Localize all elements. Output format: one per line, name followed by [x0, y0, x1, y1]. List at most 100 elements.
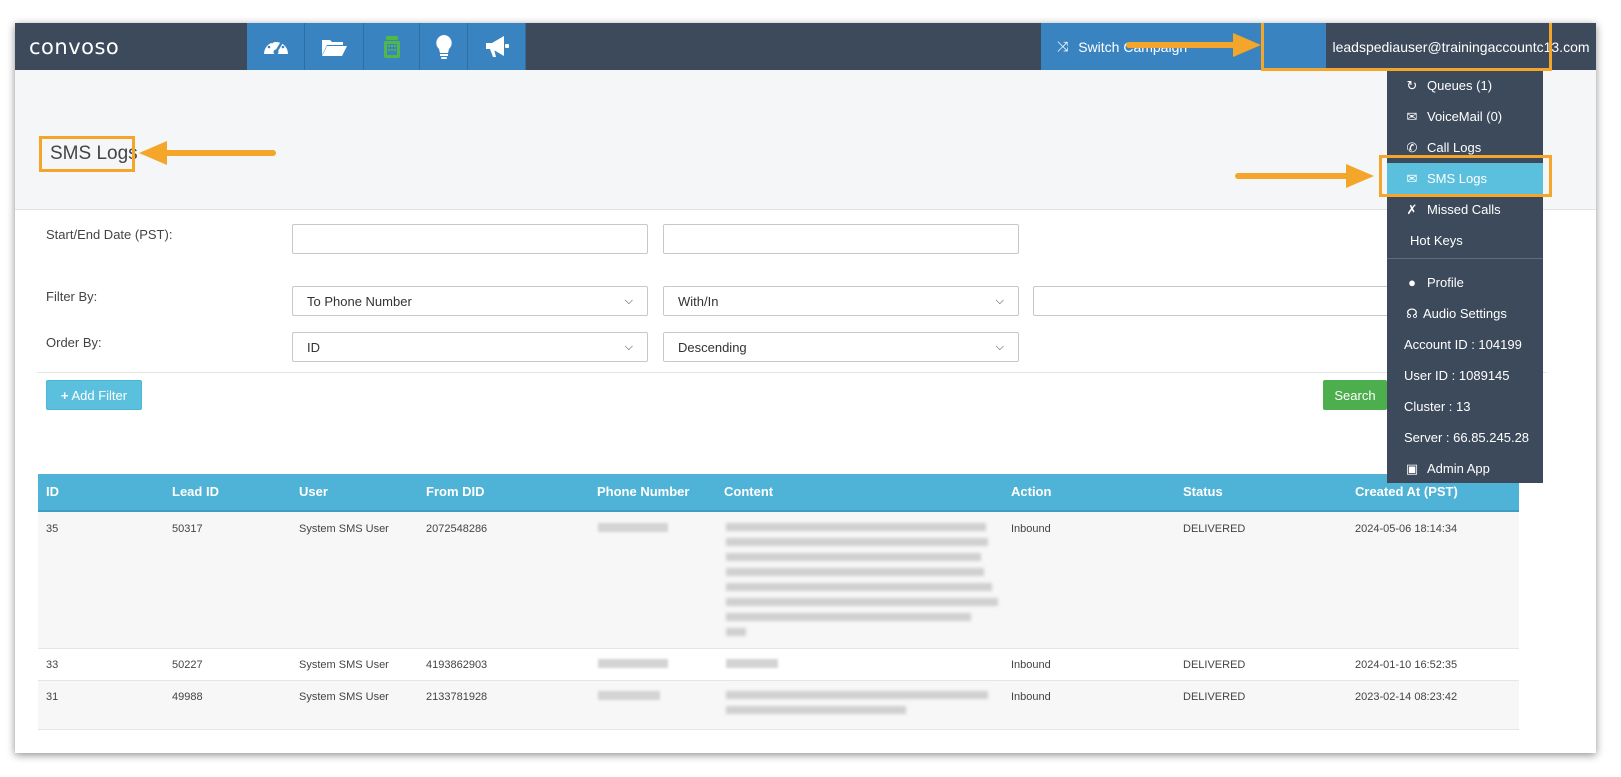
cell-from-did: 4193862903 — [426, 659, 488, 671]
cell-phone-redacted — [598, 523, 668, 535]
cell-content-redacted — [726, 691, 991, 721]
cell-action: Inbound — [1011, 691, 1051, 703]
chevron-down-icon: ⌵ — [995, 294, 1004, 307]
sms-logs-table: ID Lead ID User From DID Phone Number Co… — [38, 474, 1519, 730]
menu-divider — [1387, 258, 1543, 259]
menu-cluster: Cluster : 13 — [1387, 391, 1543, 422]
col-content[interactable]: Content — [724, 484, 773, 499]
search-button[interactable]: Search — [1323, 380, 1387, 410]
cell-status: DELIVERED — [1183, 523, 1246, 535]
cell-lead-id[interactable]: 50317 — [172, 523, 203, 535]
col-phone-number[interactable]: Phone Number — [597, 484, 689, 499]
menu-item-label: Cluster : 13 — [1404, 399, 1471, 414]
menu-item-label: Account ID : 104199 — [1404, 337, 1522, 352]
table-row[interactable]: 35 50317 System SMS User 2072548286 Inbo… — [38, 512, 1519, 649]
nav-phone-button[interactable] — [364, 23, 420, 70]
app-window: convoso ⤨ Switch Campaign leadspediauser… — [15, 23, 1596, 753]
nav-folder-button[interactable] — [305, 23, 364, 70]
menu-item-profile[interactable]: ● Profile — [1387, 267, 1543, 298]
menu-item-audio-settings[interactable]: ☊ Audio Settings — [1387, 298, 1543, 329]
cell-user: System SMS User — [299, 523, 389, 535]
cell-phone-redacted — [598, 691, 660, 703]
nav-megaphone-button[interactable] — [468, 23, 526, 70]
cell-phone-redacted — [598, 659, 668, 671]
phone-icon — [383, 35, 400, 58]
menu-item-voicemail[interactable]: ✉ VoiceMail (0) — [1387, 101, 1543, 132]
menu-item-missed-calls[interactable]: ✗ Missed Calls — [1387, 194, 1543, 225]
table-row[interactable]: 33 50227 System SMS User 4193862903 Inbo… — [38, 649, 1519, 681]
lightbulb-icon — [435, 34, 452, 59]
switch-campaign-button[interactable]: ⤨ Switch Campaign — [1041, 23, 1326, 70]
order-by-label: Order By: — [46, 335, 102, 350]
cell-action: Inbound — [1011, 523, 1051, 535]
cell-created: 2024-05-06 18:14:34 — [1355, 523, 1458, 535]
col-id[interactable]: ID — [46, 484, 59, 499]
plus-icon: + — [60, 387, 69, 403]
menu-item-label: Server : 66.85.245.28 — [1404, 430, 1530, 445]
user-dropdown-menu: ↻ Queues (1) ✉ VoiceMail (0) ✆ Call Logs… — [1387, 70, 1543, 483]
dashboard-icon — [263, 38, 288, 54]
menu-item-admin-app[interactable]: ▣ Admin App — [1387, 453, 1543, 484]
user-menu-toggle[interactable]: leadspediauser@trainingaccountc13.com — [1326, 23, 1596, 70]
cell-status: DELIVERED — [1183, 691, 1246, 703]
phone-icon: ✆ — [1406, 139, 1418, 155]
nav-lightbulb-button[interactable] — [420, 23, 468, 70]
menu-item-queues[interactable]: ↻ Queues (1) — [1387, 70, 1543, 101]
col-lead-id[interactable]: Lead ID — [172, 484, 219, 499]
menu-item-label: Queues (1) — [1427, 78, 1493, 93]
col-status[interactable]: Status — [1183, 484, 1223, 499]
monitor-icon: ▣ — [1405, 460, 1419, 476]
filter-field-select[interactable]: To Phone Number ⌵ — [292, 286, 648, 316]
folder-icon — [322, 39, 347, 56]
convoso-logo: convoso — [29, 35, 120, 59]
user-icon: ● — [1408, 275, 1416, 290]
cell-id: 33 — [46, 659, 59, 671]
col-user[interactable]: User — [299, 484, 328, 499]
col-created-at[interactable]: Created At (PST) — [1355, 484, 1458, 499]
menu-item-call-logs[interactable]: ✆ Call Logs — [1387, 132, 1543, 163]
end-date-input[interactable] — [663, 224, 1019, 254]
menu-item-hot-keys[interactable]: Hot Keys — [1387, 225, 1543, 256]
form-divider — [37, 372, 1547, 373]
chevron-down-icon: ⌵ — [995, 340, 1004, 353]
page-title: SMS Logs — [50, 143, 138, 164]
chevron-down-icon: ⌵ — [624, 340, 633, 353]
envelope-icon: ✉ — [1406, 108, 1418, 124]
order-direction-value: Descending — [678, 339, 747, 355]
cell-from-did: 2133781928 — [426, 691, 488, 703]
cell-created: 2024-01-10 16:52:35 — [1355, 659, 1458, 671]
top-navbar: convoso ⤨ Switch Campaign leadspediauser… — [15, 23, 1596, 70]
menu-item-label: Hot Keys — [1410, 233, 1463, 248]
cell-content-redacted — [726, 659, 778, 671]
menu-server: Server : 66.85.245.28 — [1387, 422, 1543, 453]
menu-item-sms-logs[interactable]: ✉ SMS Logs — [1387, 163, 1543, 194]
add-filter-button[interactable]: + Add Filter — [46, 380, 142, 410]
menu-user-id: User ID : 1089145 — [1387, 360, 1543, 391]
menu-account-id: Account ID : 104199 — [1387, 329, 1543, 360]
envelope-icon: ✉ — [1406, 170, 1418, 186]
cell-created: 2023-02-14 08:23:42 — [1355, 691, 1458, 703]
table-header: ID Lead ID User From DID Phone Number Co… — [38, 474, 1519, 512]
col-action[interactable]: Action — [1011, 484, 1051, 499]
menu-item-label: User ID : 1089145 — [1404, 368, 1510, 383]
menu-item-label: Audio Settings — [1423, 306, 1507, 321]
chevron-down-icon: ⌵ — [624, 294, 633, 307]
nav-dashboard-button[interactable] — [247, 23, 305, 70]
table-row[interactable]: 31 49988 System SMS User 2133781928 Inbo… — [38, 681, 1519, 730]
page-header — [15, 70, 1596, 210]
cell-from-did: 2072548286 — [426, 523, 488, 535]
col-from-did[interactable]: From DID — [426, 484, 485, 499]
cell-action: Inbound — [1011, 659, 1051, 671]
refresh-icon: ↻ — [1406, 77, 1418, 93]
cell-lead-id[interactable]: 49988 — [172, 691, 203, 703]
order-direction-select[interactable]: Descending ⌵ — [663, 332, 1019, 362]
filter-value-input[interactable] — [1033, 286, 1389, 316]
filter-operator-select[interactable]: With/In ⌵ — [663, 286, 1019, 316]
menu-item-label: Profile — [1427, 275, 1464, 290]
cell-user: System SMS User — [299, 659, 389, 671]
cell-lead-id[interactable]: 50227 — [172, 659, 203, 671]
cell-id: 31 — [46, 691, 59, 703]
order-field-select[interactable]: ID ⌵ — [292, 332, 648, 362]
menu-item-label: SMS Logs — [1427, 171, 1487, 186]
start-date-input[interactable] — [292, 224, 648, 254]
